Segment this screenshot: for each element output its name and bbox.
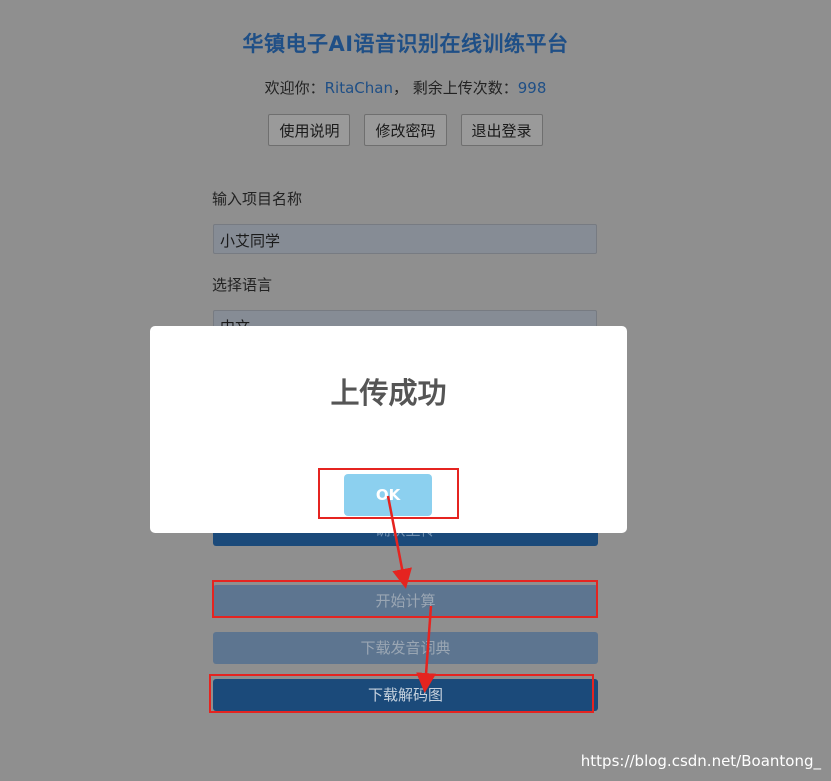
remaining-prefix: ， 剩余上传次数： <box>392 79 518 97</box>
change-password-button[interactable]: 修改密码 <box>364 114 447 146</box>
project-name-input[interactable]: 小艾同学 <box>213 224 597 254</box>
welcome-prefix: 欢迎你： <box>264 79 325 97</box>
dialog-title: 上传成功 <box>330 376 447 410</box>
instructions-button[interactable]: 使用说明 <box>268 114 351 146</box>
nav-button-row: 使用说明 修改密码 退出登录 <box>0 114 811 146</box>
start-compute-button[interactable]: 开始计算 <box>213 585 598 617</box>
welcome-line: 欢迎你：RitaChan， 剩余上传次数：998 <box>0 77 811 98</box>
ok-button[interactable]: OK <box>344 474 432 516</box>
watermark: https://blog.csdn.net/Boantong_ <box>580 752 821 770</box>
page-title: 华镇电子AI语音识别在线训练平台 <box>242 32 569 56</box>
download-decode-button[interactable]: 下载解码图 <box>213 679 598 711</box>
language-label: 选择语言 <box>212 276 273 294</box>
logout-button[interactable]: 退出登录 <box>460 114 543 146</box>
username: RitaChan <box>324 79 393 97</box>
remaining-count: 998 <box>517 79 547 97</box>
project-name-label: 输入项目名称 <box>212 190 303 208</box>
success-dialog: 上传成功 OK <box>150 326 627 533</box>
download-dict-button[interactable]: 下载发音词典 <box>213 632 598 664</box>
